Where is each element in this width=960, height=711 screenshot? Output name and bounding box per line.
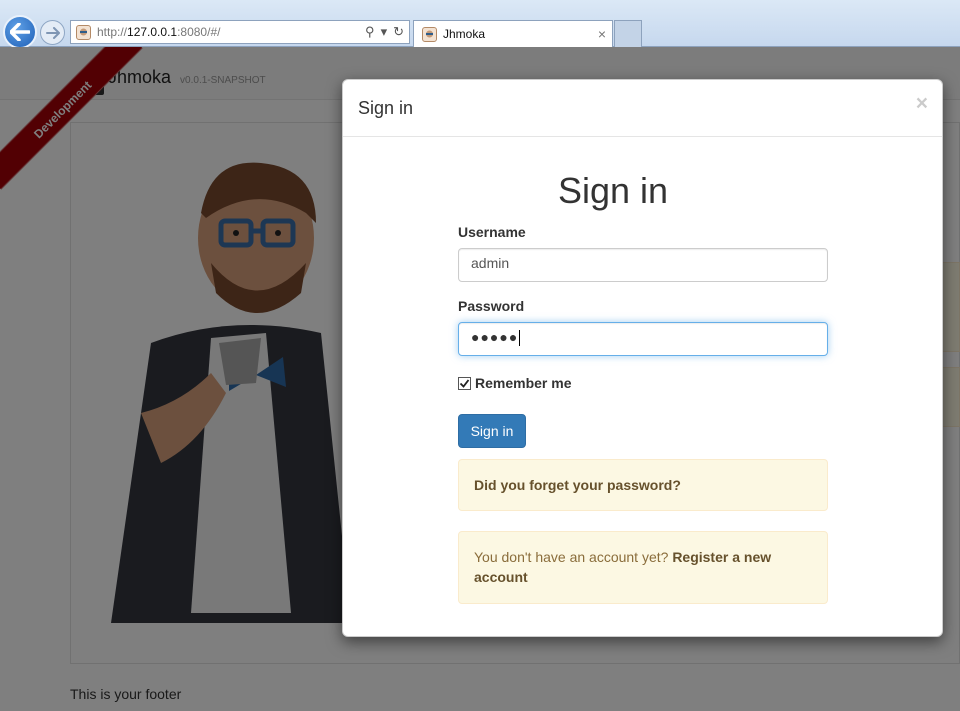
browser-toolbar: http://127.0.0.1:8080/#/ ⚲ ▾ ↻ Jhmoka × (0, 0, 960, 49)
username-label: Username (458, 224, 526, 240)
browser-tab[interactable]: Jhmoka × (413, 20, 613, 47)
login-modal: Sign in × Sign in Username admin Passwor… (342, 79, 943, 637)
password-value: ●●●●● (471, 329, 519, 345)
address-bar[interactable]: http://127.0.0.1:8080/#/ ⚲ ▾ ↻ (70, 20, 410, 44)
checkmark-icon (459, 378, 470, 388)
sign-in-button[interactable]: Sign in (458, 414, 526, 448)
site-favicon-icon (76, 24, 91, 40)
url-prefix: http:// (97, 25, 128, 39)
remember-me[interactable]: Remember me (458, 375, 572, 391)
url-host: 127.0.0.1 (127, 25, 178, 39)
password-label: Password (458, 298, 525, 314)
refresh-icon[interactable]: ↻ (393, 24, 404, 40)
username-value: admin (471, 255, 510, 271)
dropdown-icon[interactable]: ▾ (381, 24, 388, 40)
no-account-text: You don't have an account yet? (474, 549, 673, 565)
tab-close-icon[interactable]: × (598, 26, 606, 42)
password-input[interactable]: ●●●●● (458, 322, 828, 356)
page-title: Sign in (557, 170, 669, 211)
tab-favicon-icon (422, 26, 437, 42)
username-input[interactable]: admin (458, 248, 828, 282)
text-caret (519, 330, 521, 347)
modal-title: Sign in (358, 98, 414, 118)
close-icon[interactable]: × (916, 92, 928, 116)
back-arrow-icon (10, 23, 30, 41)
url-path: :8080/#/ (177, 25, 221, 39)
remember-me-checkbox[interactable] (458, 376, 471, 390)
tab-title: Jhmoka (443, 27, 486, 41)
remember-me-label: Remember me (475, 375, 572, 391)
forgot-password-link[interactable]: Did you forget your password? (474, 477, 681, 493)
register-alert: You don't have an account yet? Register … (458, 531, 828, 604)
search-icon[interactable]: ⚲ (365, 24, 375, 40)
new-tab-button[interactable] (614, 20, 642, 47)
modal-header: Sign in × (343, 80, 942, 137)
forgot-password-alert: Did you forget your password? (458, 459, 828, 511)
back-button[interactable] (3, 15, 37, 49)
forward-arrow-icon (45, 26, 60, 39)
forward-button[interactable] (40, 20, 65, 45)
